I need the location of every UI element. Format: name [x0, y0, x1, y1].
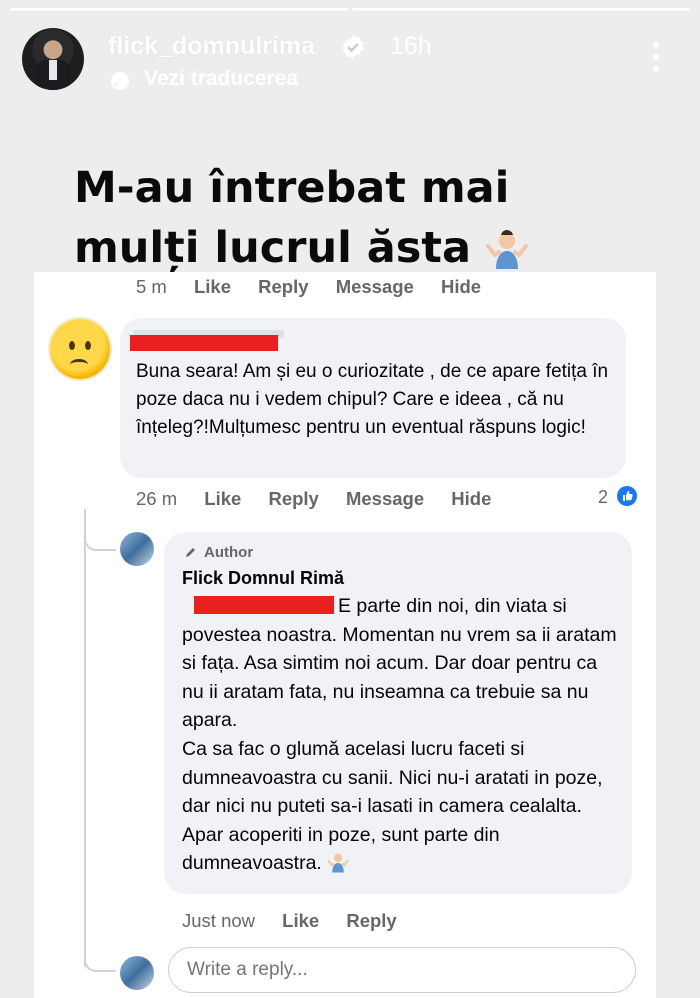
post-actions: 5 m Like Reply Message Hide: [136, 276, 503, 298]
profile-avatar[interactable]: [22, 28, 84, 90]
comment-time: 26 m: [136, 488, 178, 509]
pen-icon: [186, 548, 195, 557]
like-button[interactable]: Like: [194, 276, 231, 297]
shrug-emoji-small-icon: [327, 853, 350, 873]
like-reaction-icon: [617, 486, 638, 506]
comment-reactions[interactable]: 2: [598, 486, 638, 508]
story-caption: M-au întrebat mai mulți lucrul ăsta: [74, 158, 634, 278]
comment-hide-button[interactable]: Hide: [451, 488, 491, 509]
reaction-count: 2: [598, 487, 609, 507]
author-badge-label: Author: [204, 544, 254, 561]
commenter-avatar[interactable]: [50, 319, 110, 379]
shrug-emoji-icon: [485, 230, 528, 269]
verified-badge-icon: [342, 35, 364, 59]
post-time: 5 m: [136, 276, 167, 297]
current-user-avatar: [120, 956, 154, 990]
thread-connector-vertical: [84, 537, 86, 967]
comment-like-button[interactable]: Like: [204, 488, 241, 509]
more-options-icon[interactable]: [652, 42, 660, 76]
story-progress-bar-1: [10, 8, 348, 11]
author-badge: Author: [184, 544, 253, 561]
author-avatar[interactable]: [120, 532, 154, 566]
story-time: 16h: [390, 32, 432, 60]
reply-text-part2: Ca sa fac o glumă acelasi lucru faceti s…: [182, 737, 603, 875]
username[interactable]: flick_domnulrima: [108, 32, 315, 61]
reply-text-part1: E parte din noi, din viata si povestea n…: [182, 595, 617, 732]
comment-reply-button[interactable]: Reply: [268, 488, 318, 509]
thread-connector: [84, 509, 116, 551]
redacted-mention: [194, 596, 334, 614]
reply-time: Just now: [182, 910, 256, 931]
thread-connector-bottom: [84, 932, 116, 972]
story-header: flick_domnulrima 16h Vezi traducerea: [22, 24, 680, 94]
hide-button[interactable]: Hide: [441, 276, 481, 297]
comment-text: Buna seara! Am și eu o curiozitate , de …: [136, 361, 609, 438]
reply-button[interactable]: Reply: [258, 276, 308, 297]
reply-author-name[interactable]: Flick Domnul Rimă: [182, 568, 344, 589]
reply-reply-button[interactable]: Reply: [346, 910, 396, 931]
redacted-commenter-name: [130, 335, 278, 351]
comment-message-button[interactable]: Message: [346, 488, 424, 509]
caption-text: M-au întrebat mai mulți lucrul ăsta: [74, 163, 510, 273]
translate-link[interactable]: Vezi traducerea: [144, 67, 298, 91]
message-button[interactable]: Message: [336, 276, 414, 297]
reply-actions: Just now Like Reply: [182, 910, 419, 932]
comment-screenshot: 5 m Like Reply Message Hide Buna seara! …: [34, 272, 656, 998]
comment-actions: 26 m Like Reply Message Hide: [136, 488, 513, 510]
reply-like-button[interactable]: Like: [282, 910, 319, 931]
story-progress-bar-2: [352, 8, 690, 11]
translate-icon: [111, 72, 129, 90]
reply-input[interactable]: [168, 947, 636, 993]
reply-text: E parte din noi, din viata si povestea n…: [182, 592, 618, 878]
